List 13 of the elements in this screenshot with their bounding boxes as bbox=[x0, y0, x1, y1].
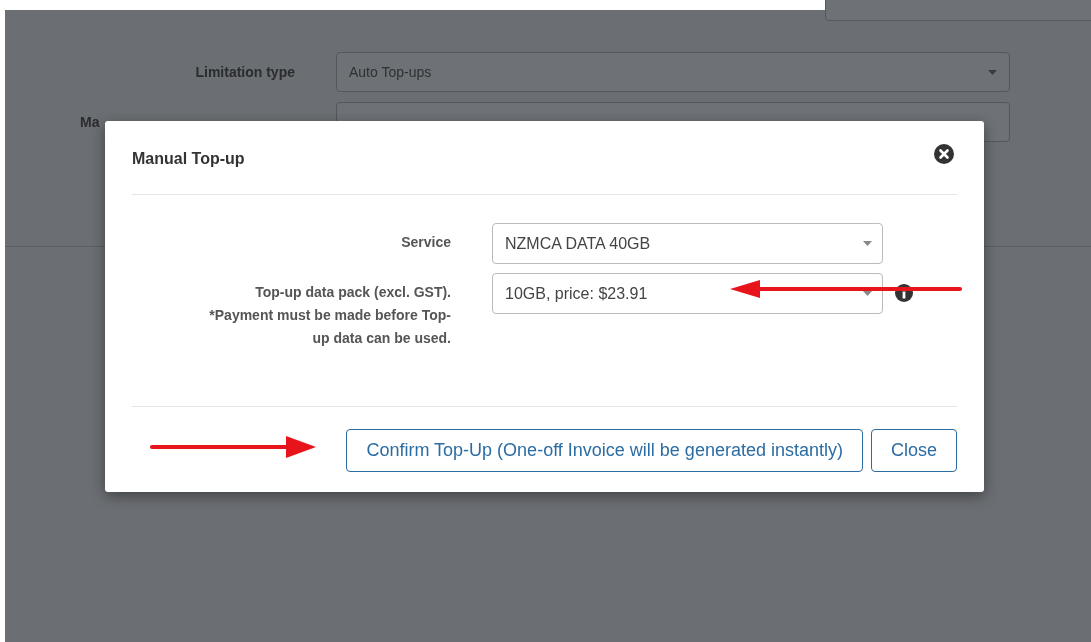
caret-icon bbox=[988, 69, 997, 75]
info-icon[interactable] bbox=[895, 284, 913, 302]
caret-icon bbox=[863, 291, 872, 296]
confirm-button[interactable]: Confirm Top-Up (One-off Invoice will be generated instantly) bbox=[346, 429, 863, 472]
select-field[interactable]: 10GB, price: $23.91 bbox=[492, 273, 883, 314]
field-label: Service bbox=[400, 233, 451, 252]
close-button[interactable]: Close bbox=[870, 429, 957, 472]
field-label: Top-up data pack (excl. GST). *Payment must be made before Top- up data can be used. bbox=[208, 283, 451, 348]
field-label: Ma bbox=[79, 114, 101, 130]
field-label: Limitation type bbox=[194, 64, 296, 80]
select-field[interactable]: NZMCA DATA 40GB bbox=[492, 223, 883, 264]
modal-title: Manual Top-up bbox=[132, 149, 245, 168]
close-icon[interactable] bbox=[934, 143, 954, 164]
